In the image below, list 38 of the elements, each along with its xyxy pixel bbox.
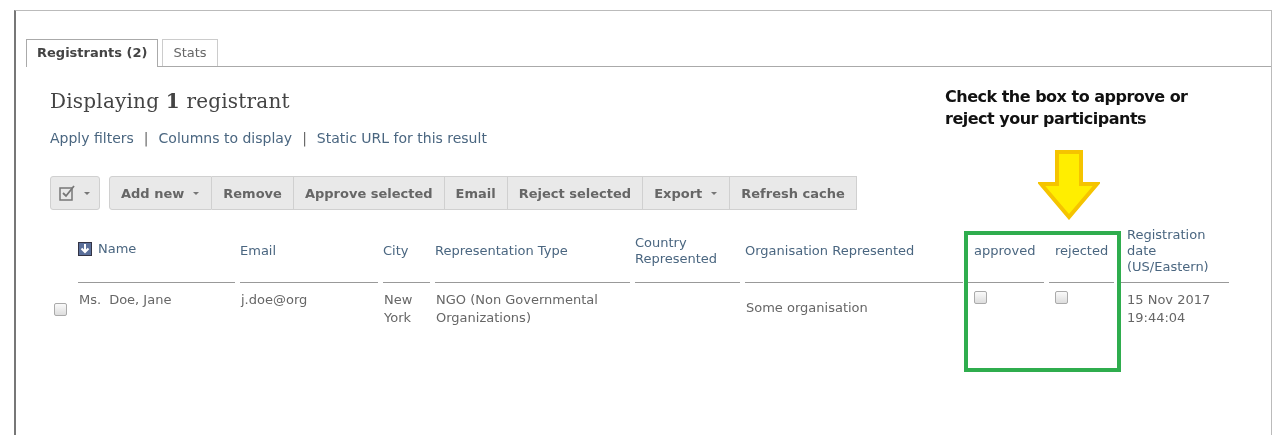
select-menu-button[interactable] (50, 176, 100, 210)
column-header[interactable]: rejected (1055, 242, 1109, 260)
result-heading: Displaying 1 registrant (50, 89, 290, 113)
link-separator: | (302, 130, 307, 146)
toolbar-button[interactable]: Email (444, 176, 508, 210)
table-cell: New York (384, 292, 413, 326)
toolbar-button[interactable]: Refresh cache (730, 176, 857, 210)
table-cell: Doe, Jane (109, 292, 172, 307)
table-cell: NGO (Non Governmental Organizations) (436, 292, 598, 326)
column-header[interactable]: approved (974, 242, 1036, 260)
checkbox[interactable] (1055, 291, 1068, 304)
toolbar-link[interactable]: Columns to display (158, 130, 293, 146)
checkbox[interactable] (974, 291, 987, 304)
tab[interactable]: Registrants (2) (26, 39, 159, 67)
toolbar-link[interactable]: Apply filters (50, 130, 134, 146)
column-header[interactable]: Email (240, 242, 277, 260)
arrow-icon (1038, 150, 1100, 220)
table-cell: Ms. (79, 292, 102, 307)
column-header[interactable]: Registration date (US/Eastern) (1127, 226, 1229, 276)
annotation-text: Check the box to approve or reject your participants (945, 86, 1189, 131)
toolbar-link[interactable]: Static URL for this result (316, 130, 487, 146)
link-separator: | (143, 130, 149, 146)
column-header[interactable]: Country Represented (635, 234, 740, 268)
table-cell: Some organisation (746, 300, 868, 315)
table-cell: j.doe@org (241, 292, 308, 307)
column-header[interactable]: Name (78, 241, 137, 258)
toolbar-button[interactable]: Remove (212, 176, 294, 210)
table-cell: 15 Nov 2017 19:44:04 (1127, 292, 1211, 326)
column-header[interactable]: City (383, 242, 409, 260)
toolbar-button[interactable]: Export (643, 176, 731, 210)
checkbox[interactable] (54, 303, 67, 317)
column-header[interactable]: Organisation Represented (745, 242, 915, 260)
column-header[interactable]: Representation Type (435, 242, 568, 260)
toolbar-button[interactable]: Reject selected (507, 176, 644, 210)
toolbar-button[interactable]: Add new (109, 176, 213, 210)
toolbar-button[interactable]: Approve selected (293, 176, 445, 210)
tab[interactable]: Stats (162, 39, 218, 66)
caret-icon (83, 190, 91, 196)
